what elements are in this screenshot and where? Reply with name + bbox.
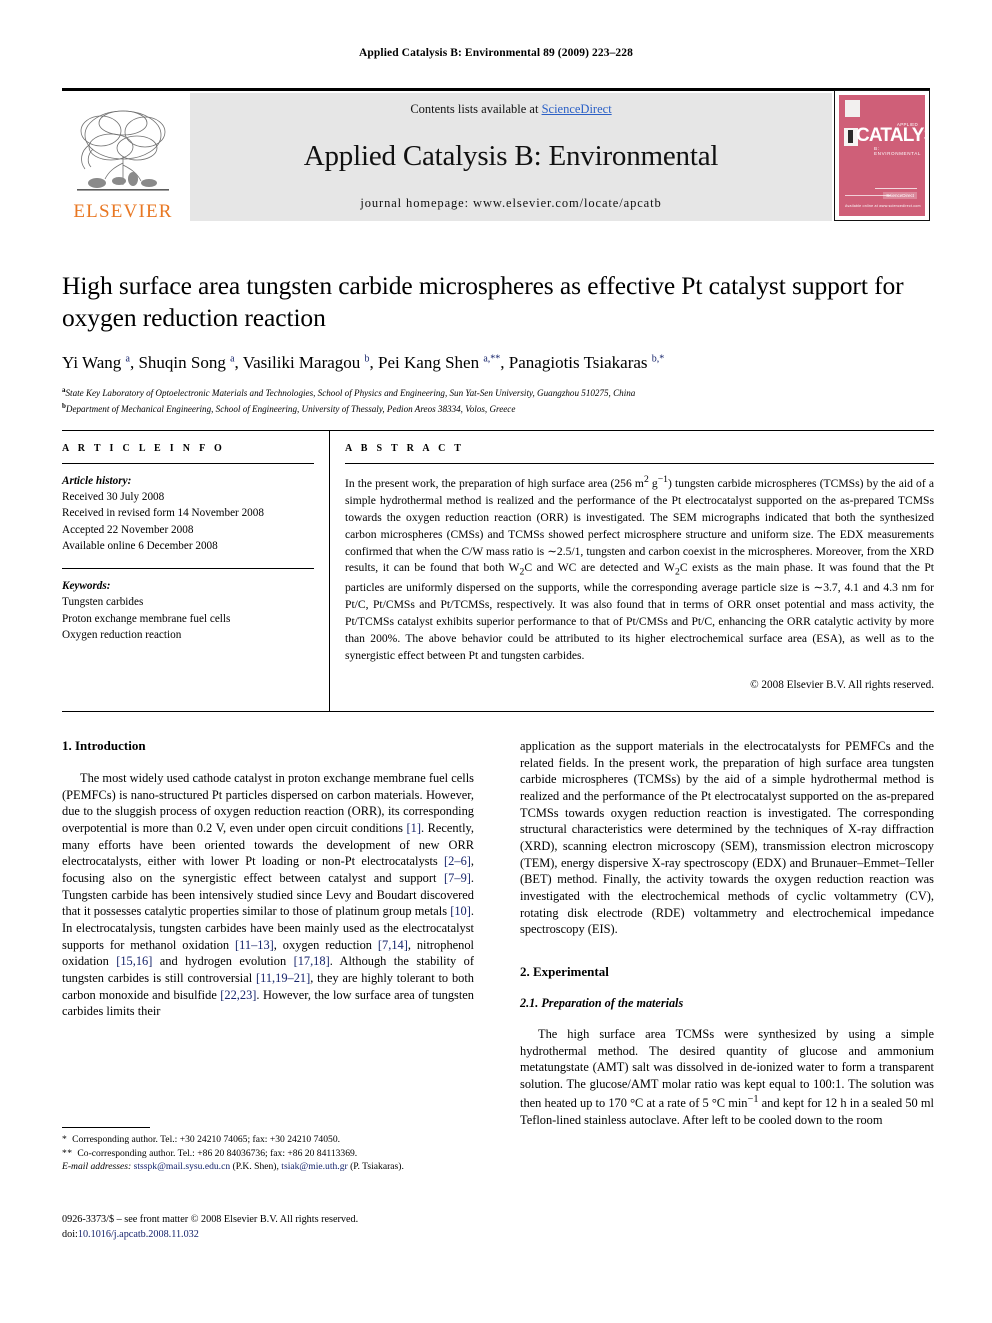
imprint-front-matter: 0926-3373/$ – see front matter © 2008 El… [62,1214,359,1225]
journal-homepage[interactable]: journal homepage: www.elsevier.com/locat… [360,196,661,211]
keyword-item: Tungsten carbides [62,596,144,609]
affiliation-a-text: State Key Laboratory of Optoelectronic M… [65,388,636,399]
masthead-top-rule [62,88,930,91]
journal-header-band: Contents lists available at ScienceDirec… [190,93,832,221]
keywords: Keywords: Tungsten carbides Proton excha… [62,578,314,643]
footnote-email-addresses[interactable]: E-mail addresses: stsspk@mail.sysu.edu.c… [62,1160,474,1174]
body-column-left: 1. Introduction The most widely used cat… [62,738,474,1032]
cover-footer-divider [845,195,891,196]
doi-link[interactable]: 10.1016/j.apcatb.2008.11.032 [78,1229,199,1240]
info-top-rule [62,430,934,431]
journal-masthead: ELSEVIER Contents lists available at Sci… [62,88,930,221]
cover-divider [875,188,917,189]
cover-subtitle: B: ENVIRONMENTAL [874,146,922,156]
affiliation-a: aState Key Laboratory of Optoelectronic … [62,385,934,400]
article-title: High surface area tungsten carbide micro… [62,271,904,332]
intro-paragraph-1-continued: application as the support materials in … [520,739,934,937]
abstract: A B S T R A C T In the present work, the… [345,443,934,691]
affiliations: aState Key Laboratory of Optoelectronic … [62,385,934,415]
affiliation-b: bDepartment of Mechanical Engineering, S… [62,401,934,416]
title-block: High surface area tungsten carbide micro… [62,270,934,416]
keyword-item: Proton exchange membrane fuel cells [62,612,231,625]
history-item: Accepted 22 November 2008 [62,523,194,536]
abstract-text: In the present work, the preparation of … [345,474,935,662]
footnote-corresponding-author: * Corresponding author. Tel.: +30 24210 … [62,1134,341,1145]
running-head: Applied Catalysis B: Environmental 89 (2… [359,47,633,59]
journal-cover-thumbnail: APPLIED CATALYSIS B: ENVIRONMENTAL Scien… [834,90,930,221]
body-column-right: application as the support materials in … [520,738,934,1140]
abstract-copyright: © 2008 Elsevier B.V. All rights reserved… [750,678,934,691]
sciencedirect-link[interactable]: ScienceDirect [542,102,612,116]
article-info-label: A R T I C L E I N F O [62,443,226,454]
history-item: Received in revised form 14 November 200… [62,507,264,520]
history-item: Received 30 July 2008 [62,491,165,504]
footnote-rule [62,1127,150,1128]
info-bottom-rule [62,711,934,712]
footnotes: * Corresponding author. Tel.: +30 24210 … [62,1127,474,1174]
intro-paragraph-1: The most widely used cathode catalyst in… [62,771,474,1019]
keywords-rule [62,568,314,570]
cover-title: CATALYSIS [856,125,925,146]
history-item: Available online 6 December 2008 [62,539,218,552]
footnote-co-corresponding-author: ** Co-corresponding author. Tel.: +86 20… [62,1147,358,1159]
elsevier-logo: ELSEVIER [62,93,184,221]
imprint-doi: doi:10.1016/j.apcatb.2008.11.032 [62,1228,474,1243]
article-info-rule [62,463,314,464]
keyword-item: Oxygen reduction reaction [62,628,182,641]
cover-art: APPLIED CATALYSIS B: ENVIRONMENTAL Scien… [839,95,925,216]
experimental-paragraph-1: The high surface area TCMSs were synthes… [520,1027,934,1127]
contents-prefix: Contents lists available at [410,102,542,116]
affiliation-b-text: Department of Mechanical Engineering, Sc… [65,403,516,414]
imprint: 0926-3373/$ – see front matter © 2008 El… [62,1213,474,1243]
article-history-label: Article history: [62,475,132,487]
contents-available-line: Contents lists available at ScienceDirec… [410,102,611,117]
section-heading-introduction: 1. Introduction [62,738,146,753]
article-history: Article history: Received 30 July 2008 R… [62,473,314,554]
journal-title: Applied Catalysis B: Environmental [303,140,719,172]
abstract-rule [345,463,934,464]
section-heading-experimental: 2. Experimental [520,964,609,980]
elsevier-wordmark: ELSEVIER [73,201,173,222]
info-abstract-divider [329,431,330,712]
journal-article-page: Applied Catalysis B: Environmental 89 (2… [0,0,992,1323]
subsection-heading-preparation: 2.1. Preparation of the materials [520,996,684,1011]
cover-elsevier-mark-icon [845,100,860,117]
elsevier-tree-icon [71,105,175,201]
doi-prefix: doi: [62,1228,78,1240]
article-info: A R T I C L E I N F O Article history: R… [62,443,314,643]
author-list: Yi Wang a, Shuqin Song a, Vasiliki Marag… [62,353,665,373]
abstract-label: A B S T R A C T [345,443,465,454]
keywords-label: Keywords: [62,580,111,593]
cover-footer-text: Available online at www.sciencedirect.co… [845,204,921,208]
